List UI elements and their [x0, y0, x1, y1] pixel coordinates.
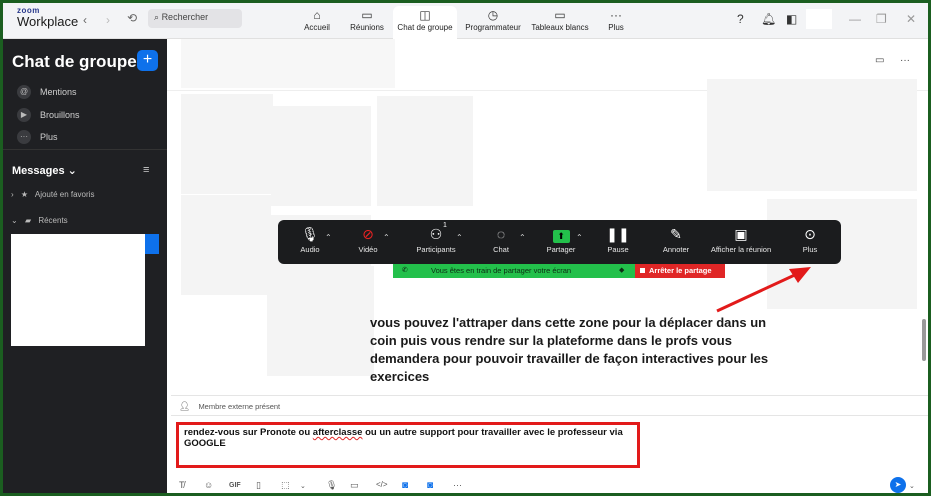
misspelled-word: afterclasse — [312, 427, 363, 438]
divider — [171, 395, 928, 396]
gif-icon[interactable]: GIF — [229, 482, 241, 489]
message-text-part: rendez-vous sur Pronote ou — [184, 427, 313, 438]
external-member-text: Membre externe présent — [198, 402, 281, 411]
scrollbar[interactable] — [922, 319, 926, 361]
file-icon[interactable]: ▯ — [256, 480, 261, 491]
message-text[interactable]: rendez-vous sur Pronote ou afterclasse o… — [184, 427, 634, 449]
send-icon: ➤ — [894, 480, 902, 489]
annotation-text: vous pouvez l'attraper dans cette zone p… — [370, 315, 769, 384]
microphone-icon[interactable]: 🎙︎ — [326, 480, 337, 491]
app-icon[interactable]: ◙ — [427, 480, 433, 491]
more-icon[interactable]: ··· — [453, 480, 462, 490]
code-icon[interactable]: </> — [376, 480, 388, 489]
message-input[interactable]: rendez-vous sur Pronote ou afterclasse o… — [176, 422, 640, 468]
chevron-down-icon[interactable]: ⌄ — [300, 482, 306, 490]
format-icon[interactable]: T̸ — [179, 480, 185, 490]
screenshot-icon[interactable]: ⬚ — [281, 480, 290, 491]
send-button[interactable]: ➤ — [890, 477, 906, 493]
annotation-arrow — [716, 267, 811, 313]
person-icon: 👤︎ — [179, 401, 191, 411]
divider — [171, 415, 928, 416]
chevron-down-icon[interactable]: ⌄ — [909, 482, 915, 490]
app-icon[interactable]: ◙ — [402, 480, 408, 491]
video-message-icon[interactable]: ▭ — [350, 480, 359, 491]
emoji-icon[interactable]: ☺ — [204, 480, 213, 490]
app-window: zoom Workplace ‹ › ⟲ ⌕ Rechercher ⌂ Accu… — [3, 3, 928, 493]
external-member-notice: 👤︎ Membre externe présent — [179, 401, 280, 412]
